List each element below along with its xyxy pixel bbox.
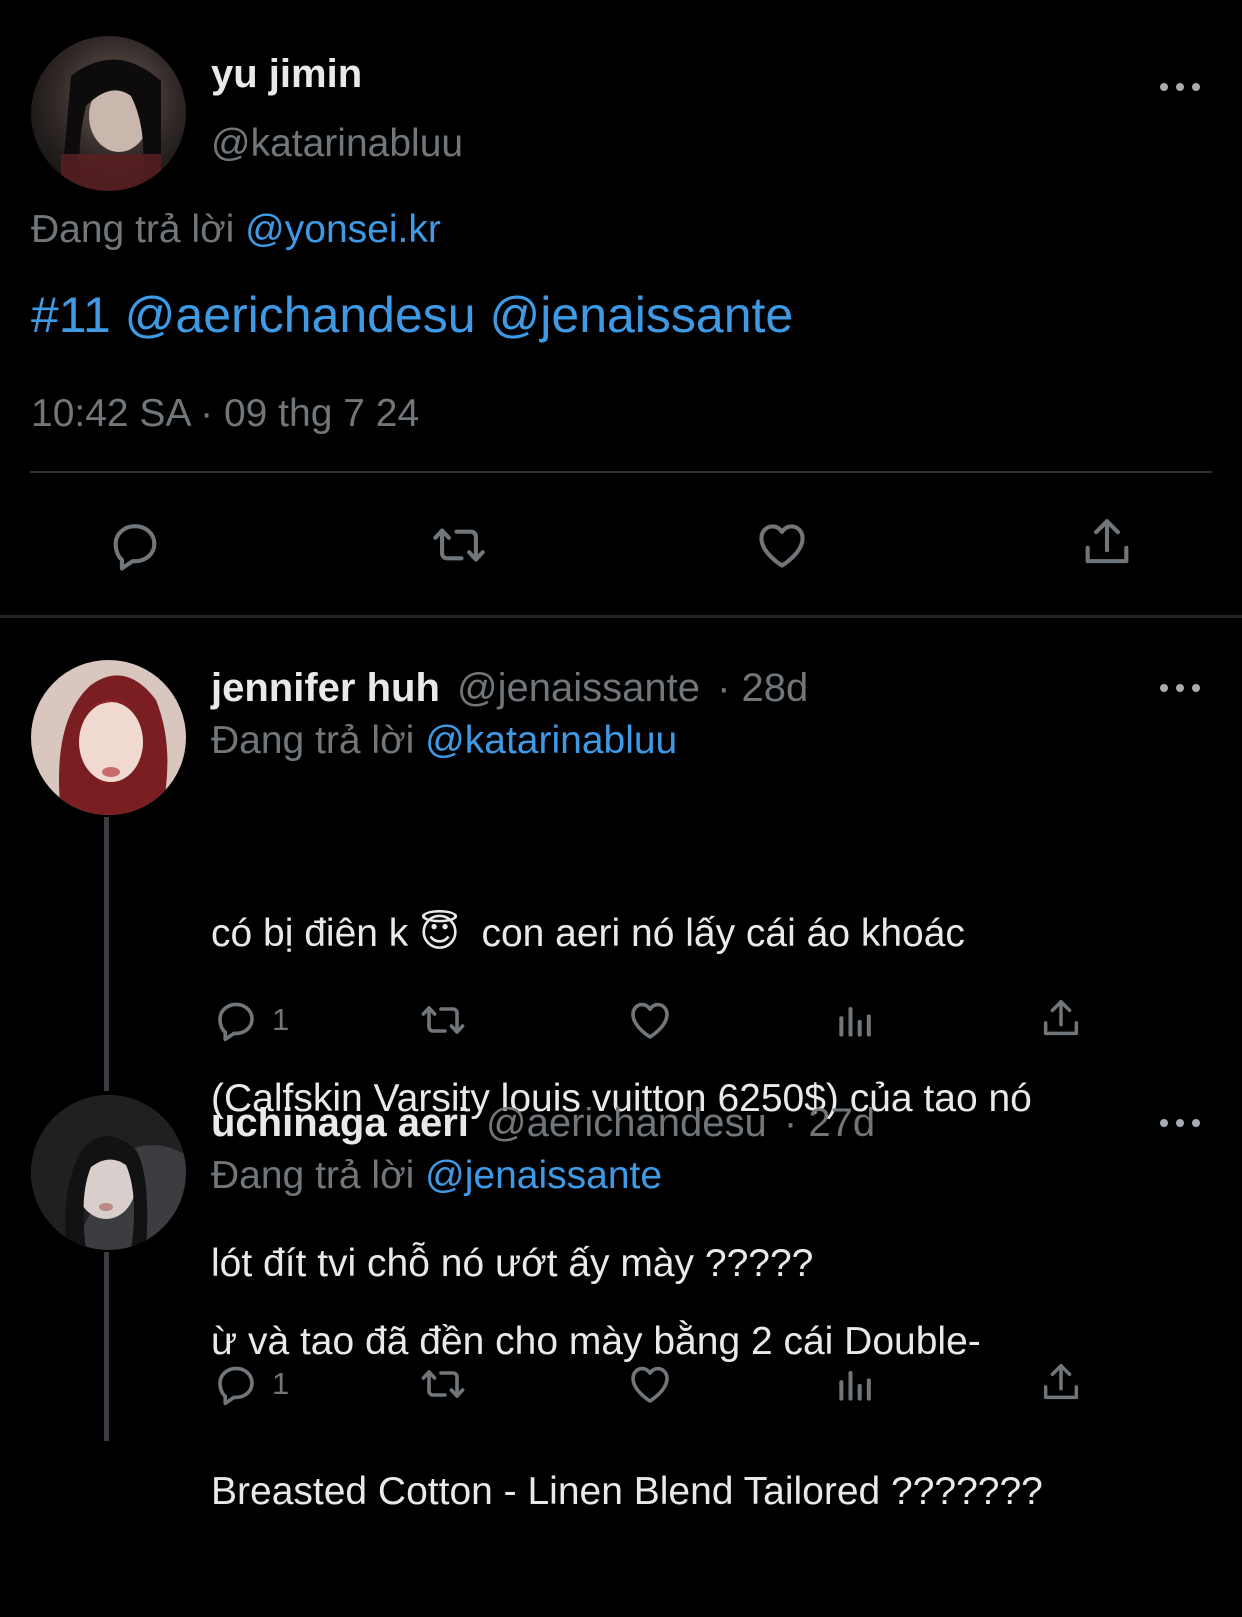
avatar[interactable] (31, 660, 186, 815)
reply-button[interactable]: 1 (212, 996, 289, 1044)
replying-prefix: Đang trả lời (211, 719, 415, 762)
retweet-icon (421, 1370, 465, 1398)
mention-link[interactable]: @aerichandesu (125, 287, 476, 343)
tweet-text: #11 @aerichandesu @jenaissante (31, 286, 793, 344)
share-button[interactable] (1078, 514, 1136, 572)
share-icon (1043, 1000, 1079, 1036)
reply-header: jennifer huh @jenaissante · 28d (211, 666, 808, 711)
reply-text: ừ và tao đã đền cho mày bằng 2 cái Doubl… (211, 1217, 1043, 1617)
replying-to-link[interactable]: @katarinabluu (425, 719, 677, 762)
retweet-icon (433, 528, 485, 562)
share-button[interactable] (1038, 996, 1084, 1042)
views-button[interactable] (834, 998, 878, 1042)
views-button[interactable] (834, 1362, 878, 1406)
replying-to-link[interactable]: @jenaissante (425, 1154, 662, 1197)
handle[interactable]: @katarinabluu (211, 122, 463, 166)
retweet-button[interactable] (416, 996, 470, 1044)
relative-time[interactable]: · 27d (784, 1101, 875, 1145)
retweet-button[interactable] (428, 516, 490, 574)
reply-icon (218, 1002, 254, 1042)
replying-prefix: Đang trả lời (31, 208, 235, 251)
display-name[interactable]: uchinaga aeri (211, 1101, 469, 1145)
share-icon (1043, 1364, 1079, 1400)
mention-link[interactable]: @jenaissante (490, 287, 794, 343)
replying-prefix: Đang trả lời (211, 1154, 415, 1197)
avatar[interactable] (31, 36, 186, 191)
like-button[interactable] (624, 1360, 676, 1408)
replying-to-link[interactable]: @yonsei.kr (245, 208, 441, 251)
handle[interactable]: @aerichandesu (486, 1101, 767, 1145)
section-divider (0, 615, 1242, 618)
like-icon (631, 1366, 669, 1403)
display-name[interactable]: jennifer huh (211, 666, 440, 710)
text-line: có bị điên k 😇 con aeri nó lấy cái áo kh… (211, 912, 965, 955)
thread-line (104, 1252, 109, 1441)
display-name[interactable]: yu jimin (211, 52, 362, 97)
relative-time[interactable]: · 28d (717, 666, 808, 710)
like-icon (759, 524, 805, 568)
reply-count: 1 (272, 1002, 290, 1037)
reply-count: 1 (272, 1366, 290, 1401)
reply-button[interactable]: 1 (212, 1360, 289, 1408)
replying-to-line: Đang trả lời @yonsei.kr (31, 208, 441, 252)
more-icon[interactable] (1160, 77, 1200, 97)
more-icon[interactable] (1160, 678, 1200, 698)
replying-to-line: Đang trả lời @jenaissante (211, 1154, 662, 1198)
reply-icon (113, 524, 157, 571)
more-icon[interactable] (1160, 1113, 1200, 1133)
reply-button[interactable] (106, 516, 164, 574)
replying-to-line: Đang trả lời @katarinabluu (211, 719, 677, 763)
like-button[interactable] (624, 996, 676, 1044)
reply-icon (218, 1366, 254, 1406)
like-icon (631, 1002, 669, 1039)
avatar[interactable] (31, 1095, 186, 1250)
like-button[interactable] (752, 516, 812, 574)
views-icon (839, 1370, 871, 1401)
views-icon (839, 1006, 871, 1037)
share-button[interactable] (1038, 1360, 1084, 1406)
reply-header: uchinaga aeri @aerichandesu · 27d (211, 1101, 875, 1146)
retweet-icon (421, 1006, 465, 1034)
divider (30, 471, 1212, 473)
retweet-button[interactable] (416, 1360, 470, 1408)
share-icon (1085, 519, 1129, 564)
thread-line (104, 817, 109, 1091)
timestamp[interactable]: 10:42 SA · 09 thg 7 24 (31, 392, 419, 436)
handle[interactable]: @jenaissante (457, 666, 700, 710)
hashtag-link[interactable]: #11 (31, 287, 111, 343)
text-line: Breasted Cotton - Linen Blend Tailored ?… (211, 1470, 1043, 1513)
